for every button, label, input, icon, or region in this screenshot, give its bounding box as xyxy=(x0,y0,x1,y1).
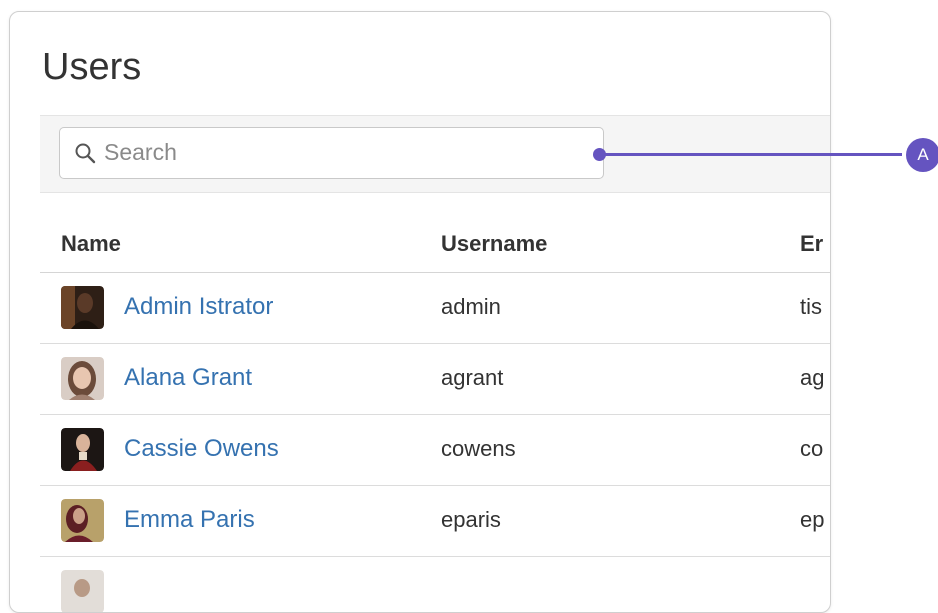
callout-line xyxy=(599,153,902,156)
username-cell: agrant xyxy=(441,365,504,390)
username-cell: admin xyxy=(441,294,501,319)
column-header-email[interactable]: Er xyxy=(800,231,823,257)
callout-dot xyxy=(593,148,606,161)
callout-badge: A xyxy=(906,138,938,172)
avatar xyxy=(61,428,104,471)
table-row: Alana Grant agrant ag xyxy=(40,344,830,415)
email-cell: ag xyxy=(800,365,825,390)
table-row: Emma Paris eparis ep xyxy=(40,486,830,557)
email-cell: ep xyxy=(800,507,825,532)
table-row xyxy=(40,557,830,612)
table-row: Admin Istrator admin tis xyxy=(40,273,830,344)
username-cell: cowens xyxy=(441,436,516,461)
user-link-cassie-owens[interactable]: Cassie Owens xyxy=(124,435,279,463)
user-link-alana-grant[interactable]: Alana Grant xyxy=(124,364,252,392)
user-link-emma-paris[interactable]: Emma Paris xyxy=(124,506,255,534)
column-header-name[interactable]: Name xyxy=(61,231,121,257)
page-title: Users xyxy=(42,46,142,88)
avatar xyxy=(61,357,104,400)
column-header-username[interactable]: Username xyxy=(441,231,547,257)
user-link-admin-istrator[interactable]: Admin Istrator xyxy=(124,293,273,321)
email-cell: tis xyxy=(800,294,822,319)
search-icon xyxy=(75,143,96,164)
table-row: Cassie Owens cowens co xyxy=(40,415,830,486)
email-cell: co xyxy=(800,436,824,461)
avatar xyxy=(61,286,104,329)
username-cell: eparis xyxy=(441,507,501,532)
search-box[interactable] xyxy=(59,127,604,179)
search-input[interactable] xyxy=(104,136,584,168)
users-panel: Users Name Username Er Admin Istrator ad… xyxy=(9,11,831,613)
avatar xyxy=(61,570,104,612)
avatar xyxy=(61,499,104,542)
